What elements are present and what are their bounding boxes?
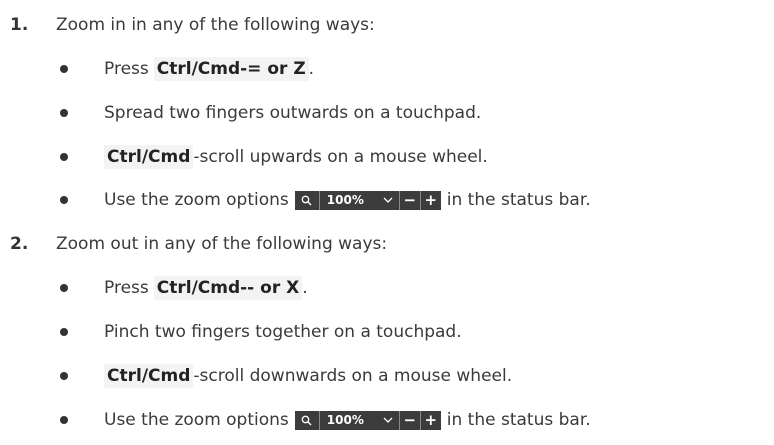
bullet-icon (60, 372, 68, 380)
keyboard-shortcut: Ctrl/Cmd (104, 364, 194, 388)
item-text: . (302, 278, 308, 298)
keyboard-shortcut: Ctrl/Cmd-- or X (153, 276, 303, 300)
item-text: in the status bar. (446, 190, 591, 210)
bullet-icon (60, 284, 68, 292)
item-text: Pinch two fingers together on a touchpad… (104, 322, 462, 342)
bullet-icon (60, 109, 68, 117)
chevron-down-icon[interactable] (377, 410, 400, 430)
zoom-in-button[interactable]: + (421, 411, 441, 430)
zoom-in-button[interactable]: + (421, 191, 441, 210)
item-text: -scroll downwards on a mouse wheel. (193, 366, 513, 386)
list-item: Spread two fingers outwards on a touchpa… (0, 93, 774, 133)
zoom-out-button[interactable]: − (400, 410, 421, 430)
zoom-control: 100% − + (294, 190, 441, 210)
list-item: Use the zoom options 100% − + in the sta… (0, 180, 774, 220)
item-text: . (308, 59, 315, 79)
keyboard-shortcut: Ctrl/Cmd (104, 145, 194, 169)
list-item: Pinch two fingers together on a touchpad… (0, 312, 774, 352)
magnifier-icon[interactable] (295, 410, 320, 430)
zoom-control: 100% − + (294, 410, 441, 430)
zoom-out-button[interactable]: − (400, 190, 421, 210)
bullet-icon (60, 65, 68, 73)
bullet-icon (60, 196, 68, 204)
item-text: Press (104, 59, 149, 79)
chevron-down-icon[interactable] (377, 190, 400, 210)
list-item: Ctrl/Cmd -scroll downwards on a mouse whe… (0, 356, 774, 396)
step-text: Zoom out in any of the following ways: (56, 234, 388, 254)
item-text: Press (104, 278, 149, 298)
item-text: in the status bar. (446, 410, 591, 430)
item-text: Use the zoom options (104, 190, 289, 210)
list-item: Ctrl/Cmd -scroll upwards on a mouse wheel… (0, 137, 774, 177)
list-item: Use the zoom options 100% − + in the sta… (0, 400, 774, 440)
item-text: Spread two fingers outwards on a touchpa… (104, 103, 482, 123)
bullet-icon (60, 416, 68, 424)
item-text: -scroll upwards on a mouse wheel. (193, 147, 488, 167)
step-text: Zoom in in any of the following ways: (56, 15, 375, 35)
zoom-level-value[interactable]: 100% (320, 191, 377, 210)
bullet-icon (60, 328, 68, 336)
step-number: 1. (10, 15, 29, 35)
step-number: 2. (10, 234, 29, 254)
list-item: Press Ctrl/Cmd-- or X. (0, 268, 774, 308)
magnifier-icon[interactable] (295, 190, 320, 210)
keyboard-shortcut: Ctrl/Cmd-= or Z (153, 57, 309, 81)
bullet-icon (60, 153, 68, 161)
list-item: Press Ctrl/Cmd-= or Z. (0, 49, 774, 89)
zoom-level-value[interactable]: 100% (320, 411, 377, 430)
item-text: Use the zoom options (104, 410, 289, 430)
